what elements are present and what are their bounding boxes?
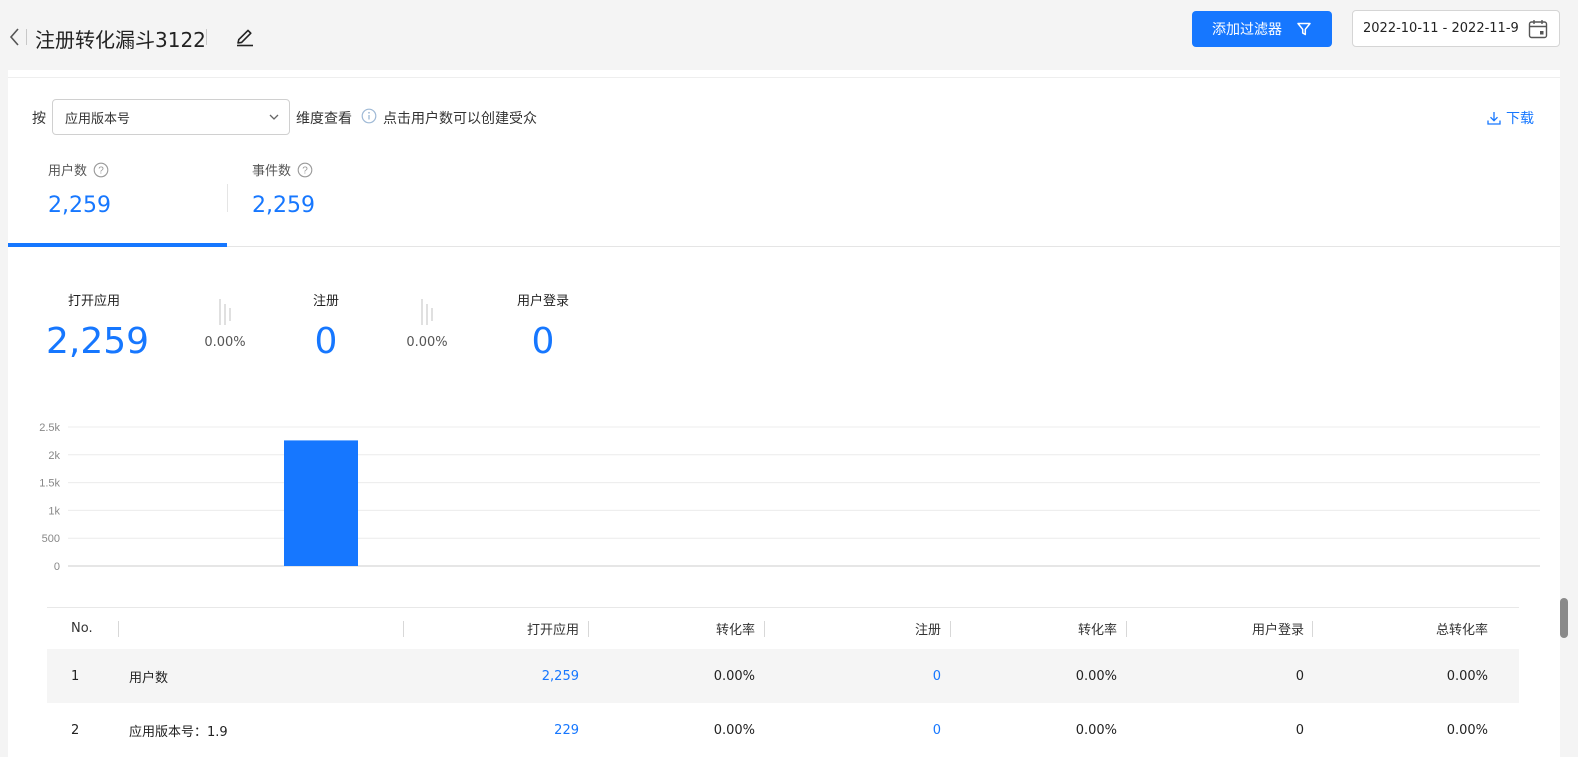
conversion-rate-2: 0.00% xyxy=(402,297,452,350)
dimension-prefix-label: 按 xyxy=(32,111,46,127)
tab-label: 事件数 xyxy=(252,164,292,179)
scrollbar-thumb[interactable] xyxy=(1560,598,1568,638)
step-value[interactable]: 0 xyxy=(498,321,588,362)
cell-rate-2: 0.00% xyxy=(1075,722,1117,738)
divider xyxy=(8,246,1560,247)
date-range-text: 2022-10-11 - 2022-11-9 xyxy=(1363,21,1519,36)
divider xyxy=(227,184,228,212)
help-icon[interactable]: ? xyxy=(297,162,313,178)
date-range-picker[interactable]: 2022-10-11 - 2022-11-9 xyxy=(1352,10,1560,47)
funnel-table: No. 打开应用 转化率 注册 转化率 用户登录 总转化率 1 用户数 2,25… xyxy=(47,607,1519,757)
funnel-bar-chart: 0 500 1k 1.5k 2k 2.5k xyxy=(39,422,1540,573)
y-tick-label: 1.5k xyxy=(39,478,60,490)
step-label: 用户登录 xyxy=(516,294,569,309)
funnel-arrow-icon xyxy=(421,299,433,325)
page-title: 注册转化漏斗3122 xyxy=(35,28,206,52)
cell-register[interactable]: 0 xyxy=(768,649,941,703)
funnel-step-register: 注册 0 xyxy=(286,290,366,362)
column-separator xyxy=(950,621,951,637)
y-tick-label: 0 xyxy=(54,561,60,573)
column-header-register: 注册 xyxy=(914,623,941,638)
tab-value: 2,259 xyxy=(252,193,315,218)
chevron-down-icon xyxy=(269,114,279,120)
dimension-select[interactable]: 应用版本号 xyxy=(52,99,290,135)
tab-label: 用户数 xyxy=(48,164,88,179)
step-value[interactable]: 2,259 xyxy=(46,321,149,362)
column-separator xyxy=(403,621,404,637)
column-header-open-app: 打开应用 xyxy=(526,623,579,638)
active-tab-indicator xyxy=(8,243,227,247)
svg-text:?: ? xyxy=(302,165,308,176)
table-row: 2 应用版本号：1.9 229 0.00% 0 0.00% 0 0.00% xyxy=(47,703,1519,757)
help-icon[interactable]: ? xyxy=(93,162,109,178)
add-filter-button[interactable]: 添加过滤器 xyxy=(1192,11,1332,47)
cell-open-app[interactable]: 2,259 xyxy=(407,649,579,703)
cell-no: 1 xyxy=(71,668,80,684)
calendar-icon xyxy=(1528,20,1548,39)
tab-user-count[interactable]: 用户数 ? 2,259 xyxy=(48,160,111,247)
column-header-no: No. xyxy=(71,621,93,636)
cell-rate-1: 0.00% xyxy=(713,722,755,738)
cell-no: 2 xyxy=(71,722,80,738)
download-icon xyxy=(1487,112,1501,125)
info-icon xyxy=(361,108,377,124)
column-separator xyxy=(588,621,589,637)
create-audience-hint: 点击用户数可以创建受众 xyxy=(383,111,537,127)
back-arrow-icon[interactable] xyxy=(6,26,24,48)
column-separator xyxy=(1312,621,1313,637)
cell-open-app[interactable]: 229 xyxy=(407,703,579,757)
conversion-rate-1: 0.00% xyxy=(200,297,250,350)
download-button[interactable]: 下载 xyxy=(1486,108,1534,128)
rate-value: 0.00% xyxy=(406,335,448,350)
tab-value[interactable]: 2,259 xyxy=(48,193,111,218)
step-label: 打开应用 xyxy=(67,294,120,309)
column-separator xyxy=(764,621,765,637)
cell-rate-2: 0.00% xyxy=(1075,668,1117,684)
funnel-arrow-icon xyxy=(219,299,231,325)
column-separator xyxy=(1126,621,1127,637)
y-tick-label: 1k xyxy=(48,505,60,517)
page-header: 注册转化漏斗3122 添加过滤器 2022-10-11 - 2022-11-9 xyxy=(0,0,1578,70)
funnel-panel: 按 应用版本号 维度查看 点击用户数可以创建受众 下载 用户数 ? 2,259 xyxy=(8,70,1560,757)
filter-icon xyxy=(1297,22,1311,36)
table-row: 1 用户数 2,259 0.00% 0 0.00% 0 0.00% xyxy=(47,649,1519,703)
rate-value: 0.00% xyxy=(204,335,246,350)
divider xyxy=(8,77,1560,78)
step-value[interactable]: 0 xyxy=(286,321,366,362)
chart-bar[interactable] xyxy=(284,440,358,566)
column-header-rate-2: 转化率 xyxy=(1077,623,1117,638)
column-header-total-rate: 总转化率 xyxy=(1435,623,1488,638)
column-header-rate-1: 转化率 xyxy=(715,623,755,638)
cell-user-login: 0 xyxy=(1295,668,1304,684)
y-tick-label: 2.5k xyxy=(39,422,60,434)
cell-total-rate: 0.00% xyxy=(1446,722,1488,738)
column-separator xyxy=(118,621,119,637)
y-tick-label: 500 xyxy=(42,533,60,545)
dimension-suffix-label: 维度查看 xyxy=(296,111,352,127)
table-header: No. 打开应用 转化率 注册 转化率 用户登录 总转化率 xyxy=(47,607,1519,649)
divider xyxy=(26,29,27,45)
download-label: 下载 xyxy=(1506,111,1534,127)
funnel-step-open-app: 打开应用 2,259 xyxy=(46,290,149,362)
cell-rate-1: 0.00% xyxy=(713,668,755,684)
cell-total-rate: 0.00% xyxy=(1446,668,1488,684)
y-tick-label: 2k xyxy=(48,450,60,462)
cell-dimension: 应用版本号：1.9 xyxy=(129,724,228,740)
divider xyxy=(206,29,207,45)
cell-register[interactable]: 0 xyxy=(768,703,941,757)
svg-text:?: ? xyxy=(98,165,104,176)
edit-pencil-icon[interactable] xyxy=(234,26,256,48)
step-label: 注册 xyxy=(312,294,339,309)
funnel-step-user-login: 用户登录 0 xyxy=(498,290,588,362)
cell-user-login: 0 xyxy=(1295,722,1304,738)
add-filter-label: 添加过滤器 xyxy=(1212,22,1282,38)
column-header-user-login: 用户登录 xyxy=(1251,623,1304,638)
cell-dimension: 用户数 xyxy=(129,670,169,686)
tab-event-count[interactable]: 事件数 ? 2,259 xyxy=(252,160,315,247)
dimension-select-value: 应用版本号 xyxy=(65,111,131,127)
